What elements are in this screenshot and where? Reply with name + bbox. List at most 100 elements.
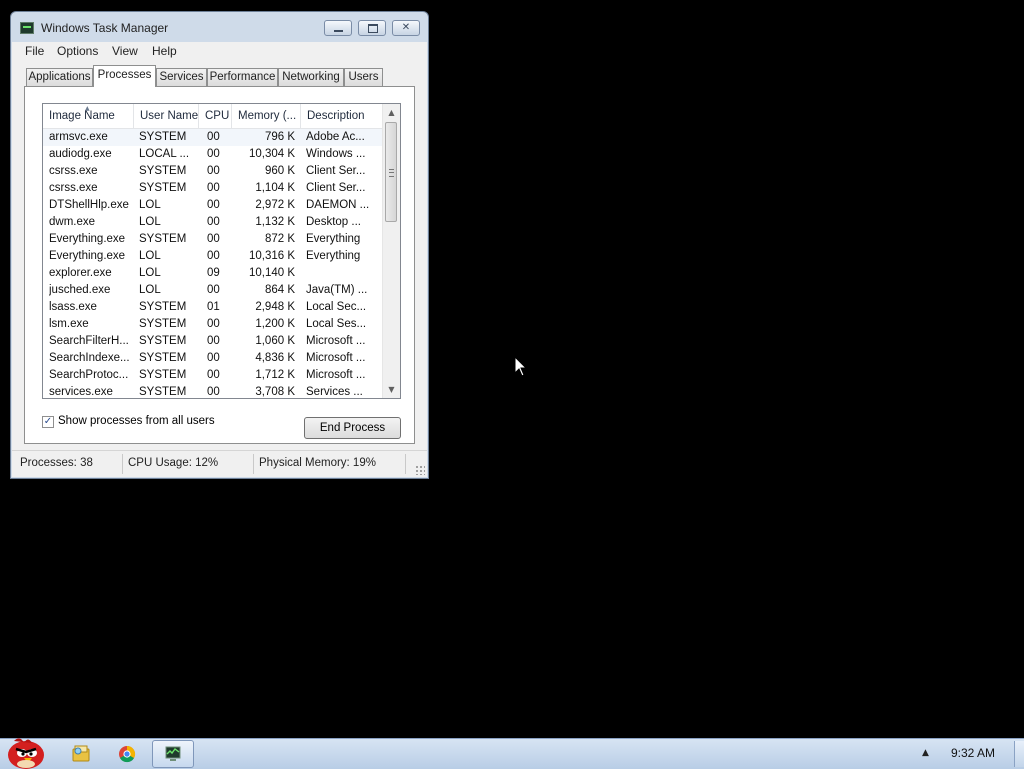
tab-users[interactable]: Users: [344, 68, 383, 86]
cell-memory: 2,972 K: [255, 199, 295, 211]
column-cpu[interactable]: CPU: [199, 104, 232, 128]
status-divider: [122, 454, 123, 474]
table-row[interactable]: SearchFilterH... SYSTEM 00 1,060 K Microsoft…: [43, 333, 383, 350]
cell-image-name: audiodg.exe: [49, 148, 112, 160]
table-row[interactable]: SearchIndexe... SYSTEM 00 4,836 K Microsoft …: [43, 350, 383, 367]
table-row[interactable]: services.exe SYSTEM 00 3,708 K Services ...: [43, 384, 383, 398]
status-cpu: CPU Usage: 12%: [128, 457, 219, 469]
cell-cpu: 00: [207, 165, 220, 177]
chrome-icon[interactable]: [114, 740, 140, 768]
cell-description: Adobe Ac...: [306, 131, 365, 143]
column-user-name[interactable]: User Name: [134, 104, 199, 128]
process-list[interactable]: ▲ Image Name User Name CPU Memory (... D…: [42, 103, 401, 399]
taskbar-task-manager-button[interactable]: [152, 740, 194, 768]
windows-explorer-icon[interactable]: [68, 740, 94, 768]
table-row[interactable]: audiodg.exe LOCAL ... 00 10,304 K Windows ..…: [43, 146, 383, 163]
cell-cpu: 00: [207, 182, 220, 194]
start-button-angry-bird-icon[interactable]: [2, 733, 48, 769]
table-row[interactable]: lsm.exe SYSTEM 00 1,200 K Local Ses...: [43, 316, 383, 333]
cell-user-name: SYSTEM: [139, 386, 187, 398]
cell-cpu: 09: [207, 267, 220, 279]
table-row[interactable]: explorer.exe LOL 09 10,140 K: [43, 265, 383, 282]
column-image-name[interactable]: Image Name: [43, 104, 134, 128]
cell-user-name: SYSTEM: [139, 131, 187, 143]
cell-user-name: LOCAL ...: [139, 148, 190, 160]
vertical-scrollbar[interactable]: ▲ ▼: [382, 104, 400, 398]
tab-applications[interactable]: Applications: [26, 68, 93, 86]
column-description[interactable]: Description: [301, 104, 383, 128]
cell-description: Windows ...: [306, 148, 366, 160]
cell-cpu: 01: [207, 301, 220, 313]
cell-memory: 10,140 K: [248, 267, 295, 279]
table-row[interactable]: csrss.exe SYSTEM 00 1,104 K Client Ser...: [43, 180, 383, 197]
table-row[interactable]: SearchProtoc... SYSTEM 00 1,712 K Microsoft …: [43, 367, 383, 384]
cell-description: [306, 265, 374, 282]
cell-memory: 1,200 K: [255, 318, 295, 330]
cell-image-name: services.exe: [49, 386, 113, 398]
mouse-cursor-icon: [514, 356, 528, 377]
cell-cpu: 00: [207, 335, 220, 347]
close-button[interactable]: ✕: [392, 20, 420, 36]
cell-memory: 796 K: [264, 131, 295, 143]
column-memory[interactable]: Memory (...: [232, 104, 301, 128]
cell-image-name: explorer.exe: [49, 267, 112, 279]
cell-image-name: lsm.exe: [49, 318, 89, 330]
cell-description: Local Ses...: [306, 318, 367, 330]
status-divider: [405, 454, 406, 474]
checkbox-check-icon[interactable]: ✓: [42, 416, 54, 428]
cell-cpu: 00: [207, 148, 220, 160]
scroll-thumb[interactable]: [385, 122, 397, 222]
cell-image-name: dwm.exe: [49, 216, 96, 228]
cell-cpu: 00: [207, 369, 220, 381]
cell-description: Java(TM) ...: [306, 284, 368, 296]
resize-grip-icon[interactable]: [415, 465, 425, 475]
cell-description: Everything: [306, 233, 361, 245]
cell-user-name: SYSTEM: [139, 352, 187, 364]
tab-services[interactable]: Services: [156, 68, 207, 86]
cell-image-name: csrss.exe: [49, 165, 98, 177]
grip-icon: [389, 169, 394, 177]
cell-image-name: SearchIndexe...: [49, 352, 130, 364]
menu-view[interactable]: View: [112, 44, 138, 58]
menu-file[interactable]: File: [25, 44, 44, 58]
cell-description: Client Ser...: [306, 182, 366, 194]
table-row[interactable]: armsvc.exe SYSTEM 00 796 K Adobe Ac...: [43, 129, 383, 146]
cell-memory: 1,060 K: [255, 335, 295, 347]
cell-cpu: 00: [207, 199, 220, 211]
cell-cpu: 00: [207, 131, 220, 143]
tab-processes[interactable]: Processes: [93, 65, 156, 87]
minimize-button[interactable]: [324, 20, 352, 36]
cell-user-name: SYSTEM: [139, 335, 187, 347]
cell-user-name: SYSTEM: [139, 318, 187, 330]
taskbar-clock[interactable]: 9:32 AM: [951, 746, 995, 760]
tab-networking[interactable]: Networking: [278, 68, 344, 86]
task-manager-icon: [165, 746, 181, 761]
scroll-down-arrow-icon[interactable]: ▼: [383, 381, 400, 398]
table-row[interactable]: csrss.exe SYSTEM 00 960 K Client Ser...: [43, 163, 383, 180]
maximize-button[interactable]: [358, 20, 386, 36]
table-row[interactable]: Everything.exe SYSTEM 00 872 K Everything: [43, 231, 383, 248]
cell-image-name: jusched.exe: [49, 284, 111, 296]
cell-memory: 1,132 K: [255, 216, 295, 228]
table-row[interactable]: DTShellHlp.exe LOL 00 2,972 K DAEMON ...: [43, 197, 383, 214]
table-row[interactable]: jusched.exe LOL 00 864 K Java(TM) ...: [43, 282, 383, 299]
cell-user-name: SYSTEM: [139, 182, 187, 194]
menu-help[interactable]: Help: [152, 44, 177, 58]
table-row[interactable]: lsass.exe SYSTEM 01 2,948 K Local Sec...: [43, 299, 383, 316]
scroll-up-arrow-icon[interactable]: ▲: [383, 104, 400, 121]
cell-user-name: SYSTEM: [139, 301, 187, 313]
table-row[interactable]: dwm.exe LOL 00 1,132 K Desktop ...: [43, 214, 383, 231]
cell-user-name: SYSTEM: [139, 369, 187, 381]
cell-memory: 3,708 K: [255, 386, 295, 398]
end-process-button[interactable]: End Process: [304, 417, 401, 439]
tab-performance[interactable]: Performance: [207, 68, 278, 86]
cell-cpu: 00: [207, 284, 220, 296]
table-row[interactable]: Everything.exe LOL 00 10,316 K Everything: [43, 248, 383, 265]
cell-description: Microsoft ...: [306, 352, 366, 364]
cell-cpu: 00: [207, 386, 220, 398]
title-bar[interactable]: Windows Task Manager ✕: [11, 12, 428, 42]
menu-options[interactable]: Options: [57, 44, 98, 58]
show-hidden-icons-button[interactable]: ▲: [922, 748, 929, 758]
show-desktop-button[interactable]: [1014, 741, 1024, 767]
window-title: Windows Task Manager: [41, 21, 169, 35]
